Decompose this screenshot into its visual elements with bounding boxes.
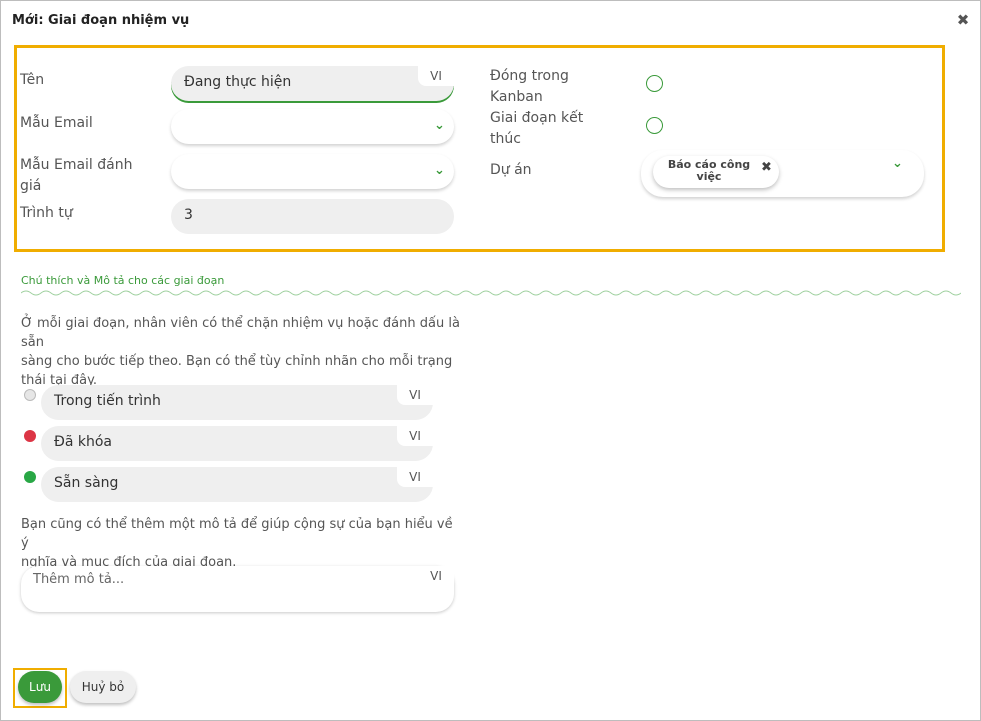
language-tag[interactable]: VI [397, 426, 433, 446]
remove-tag-icon[interactable]: ✖ [761, 160, 772, 175]
language-tag[interactable]: VI [397, 385, 433, 405]
description-placeholder: Thêm mô tả... [33, 572, 125, 587]
close-icon[interactable]: ✖ [956, 13, 970, 28]
state-ready-input[interactable]: Sẵn sàng VI [41, 467, 433, 502]
closing-stage-checkbox[interactable] [646, 117, 663, 134]
state-normal-input[interactable]: Trong tiến trình VI [41, 385, 433, 420]
language-tag[interactable]: VI [397, 467, 433, 487]
name-label: Tên [20, 72, 45, 88]
save-button[interactable]: Lưu [18, 671, 62, 703]
name-value: Đang thực hiện [184, 74, 292, 90]
state-ready-value: Sẵn sàng [54, 475, 119, 491]
name-input[interactable]: Đang thực hiện VI [171, 66, 454, 101]
section-title: Chú thích và Mô tả cho các giai đoạn [21, 274, 225, 287]
project-tag[interactable]: Báo cáo công việc ✖ [653, 156, 779, 188]
chevron-down-icon: ⌄ [892, 156, 903, 171]
legend-intro: Ở mỗi giai đoạn, nhân viên có thể chặn n… [21, 316, 460, 388]
wavy-divider [21, 290, 961, 296]
sequence-value: 3 [184, 207, 193, 223]
state-normal-value: Trong tiến trình [54, 393, 161, 409]
state-blocked-value: Đã khóa [54, 434, 113, 450]
closing-stage-label: Giai đoạn kết thúc [490, 110, 584, 147]
dialog: Mới: Giai đoạn nhiệm vụ ✖ Tên Đang thực … [0, 0, 981, 721]
state-dot-ready [24, 471, 36, 483]
state-dot-blocked [24, 430, 36, 442]
dialog-title: Mới: Giai đoạn nhiệm vụ [12, 13, 190, 28]
sequence-input[interactable]: 3 [171, 199, 454, 234]
chevron-down-icon: ⌄ [434, 118, 445, 133]
state-dot-normal [24, 389, 36, 401]
description-intro: Bạn cũng có thể thêm một mô tả để giúp c… [21, 517, 453, 570]
description-textarea[interactable]: Thêm mô tả... VI [21, 566, 454, 612]
email-template-select[interactable]: ⌄ [171, 109, 454, 144]
highlight-box [14, 45, 945, 252]
chevron-down-icon: ⌄ [434, 163, 445, 178]
language-tag[interactable]: VI [418, 66, 454, 86]
state-blocked-input[interactable]: Đã khóa VI [41, 426, 433, 461]
project-label: Dự án [490, 162, 532, 178]
folded-label: Đóng trong Kanban [490, 68, 569, 105]
rating-email-template-label: Mẫu Email đánh giá [20, 157, 133, 194]
folded-checkbox[interactable] [646, 75, 663, 92]
cancel-button[interactable]: Huỷ bỏ [70, 671, 136, 703]
sequence-label: Trình tự [20, 205, 73, 221]
rating-email-template-select[interactable]: ⌄ [171, 154, 454, 189]
language-tag[interactable]: VI [418, 566, 454, 586]
email-template-label: Mẫu Email [20, 115, 93, 131]
